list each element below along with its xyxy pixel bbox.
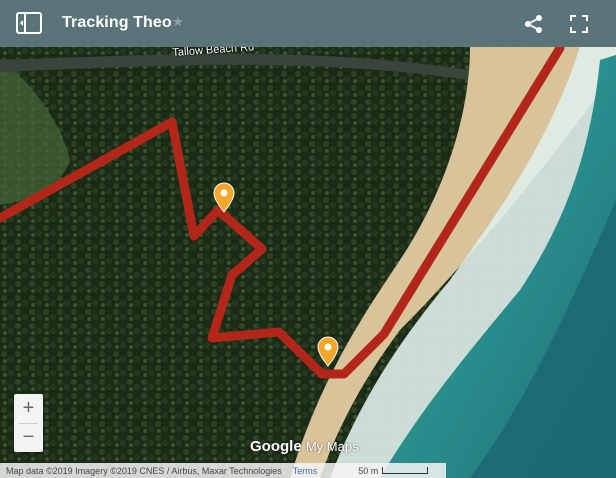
google-logo-text: Google bbox=[250, 438, 302, 455]
attribution-text: Map data ©2019 Imagery ©2019 CNES / Airb… bbox=[6, 465, 282, 476]
map-header: Tracking Theo ★ bbox=[0, 0, 616, 47]
map-attribution-bar: Map data ©2019 Imagery ©2019 CNES / Airb… bbox=[0, 463, 446, 478]
star-icon[interactable]: ★ bbox=[172, 14, 184, 30]
map-legend-icon[interactable] bbox=[16, 12, 42, 34]
satellite-map[interactable] bbox=[0, 0, 616, 478]
zoom-out-button[interactable]: − bbox=[14, 423, 43, 452]
my-maps-text: My Maps bbox=[305, 439, 359, 454]
zoom-control: + − bbox=[14, 394, 43, 452]
fullscreen-icon[interactable] bbox=[570, 15, 588, 33]
terms-link[interactable]: Terms bbox=[293, 466, 318, 476]
map-title: Tracking Theo bbox=[62, 14, 172, 31]
google-my-maps-logo: Google My Maps bbox=[250, 438, 359, 455]
zoom-in-button[interactable]: + bbox=[14, 394, 43, 423]
scale-label: 50 m bbox=[358, 465, 379, 476]
share-icon[interactable] bbox=[524, 14, 544, 34]
zoom-divider bbox=[19, 423, 38, 424]
scale-bar bbox=[382, 467, 429, 474]
